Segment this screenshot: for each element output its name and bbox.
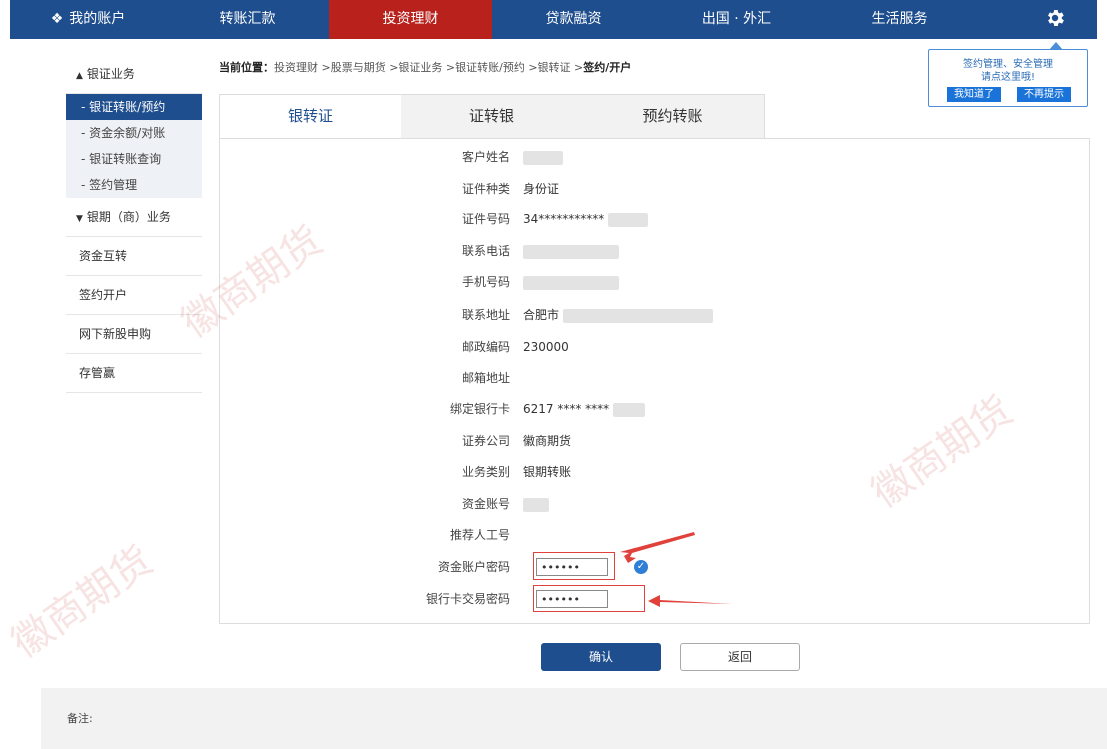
remark-label: 备注: xyxy=(67,712,93,725)
back-button[interactable]: 返回 xyxy=(680,643,800,671)
arrow-icon xyxy=(648,595,732,607)
confirm-button[interactable]: 确认 xyxy=(541,643,661,671)
annotation-arrows xyxy=(620,532,732,607)
arrow-icon xyxy=(620,532,695,563)
remark-panel: 备注: xyxy=(41,688,1107,749)
